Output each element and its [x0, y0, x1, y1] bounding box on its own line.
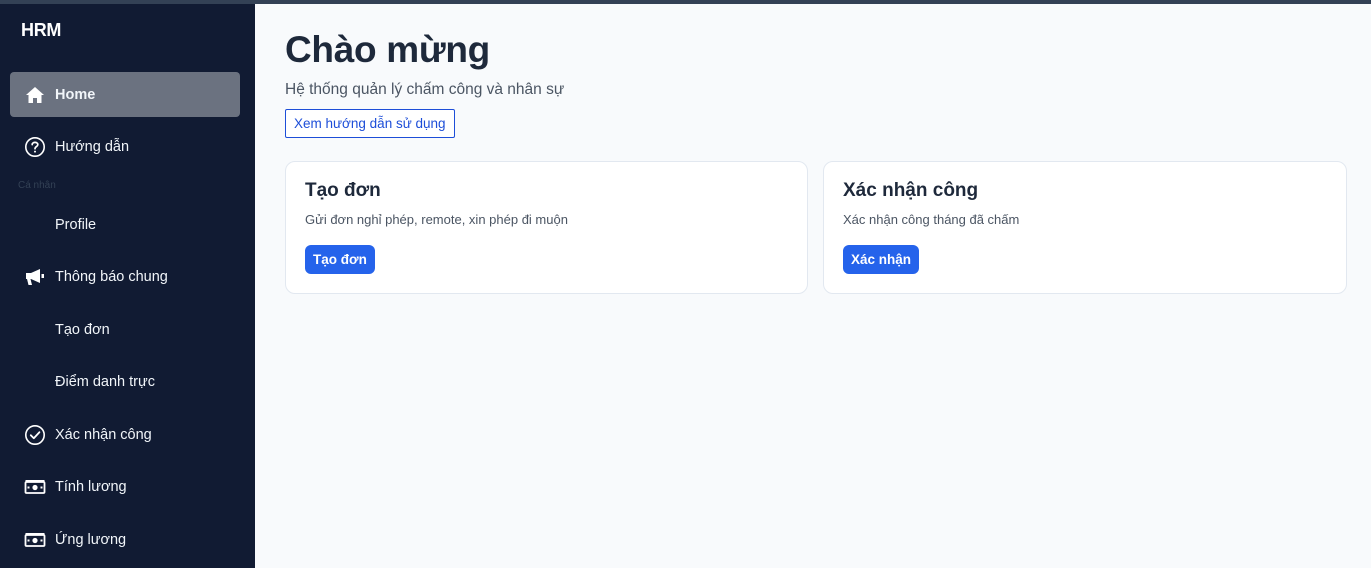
confirm-attendance-card: Xác nhận công Xác nhận công tháng đã chấ… [823, 161, 1347, 294]
money-icon [10, 532, 55, 548]
sidebar-item-confirm-attendance[interactable]: Xác nhận công [10, 412, 240, 457]
sidebar-item-payroll[interactable]: Tính lương [10, 464, 240, 509]
card-description: Gửi đơn nghỉ phép, remote, xin phép đi m… [305, 212, 568, 227]
sidebar-item-label: Tạo đơn [55, 321, 110, 338]
sidebar-item-home[interactable]: Home [10, 72, 240, 117]
sidebar-item-label: Hướng dẫn [55, 138, 130, 155]
main-content: Chào mừng Hệ thống quản lý chấm công và … [255, 4, 1371, 568]
sidebar-item-announcements[interactable]: Thông báo chung [10, 254, 240, 299]
sidebar-item-guide[interactable]: Hướng dẫn [10, 124, 240, 169]
sidebar-item-label: Home [55, 86, 96, 103]
create-request-card: Tạo đơn Gửi đơn nghỉ phép, remote, xin p… [285, 161, 808, 294]
sidebar-item-label: Xác nhận công [55, 426, 152, 443]
check-circle-icon [10, 424, 55, 446]
megaphone-icon [10, 268, 55, 286]
card-title: Xác nhận công [843, 180, 979, 201]
create-request-button[interactable]: Tạo đơn [305, 245, 375, 274]
sidebar-item-create-request[interactable]: Tạo đơn [10, 307, 240, 352]
brand-logo: HRM [21, 20, 62, 40]
sidebar-section-label: Cá nhân [18, 180, 56, 191]
card-title: Tạo đơn [305, 180, 381, 201]
sidebar-item-salary-advance[interactable]: Ứng lương [10, 517, 240, 562]
page-title: Chào mừng [285, 29, 490, 70]
home-icon [10, 86, 55, 104]
sidebar-item-label: Ứng lương [55, 531, 127, 548]
sidebar: HRM Home Hướng dẫn Cá nhân Profile Thông… [0, 4, 255, 568]
sidebar-item-label: Điểm danh trực [55, 373, 155, 390]
sidebar-item-label: Profile [55, 216, 97, 233]
sidebar-item-label: Tính lương [55, 478, 127, 495]
money-icon [10, 479, 55, 495]
sidebar-item-profile[interactable]: Profile [10, 202, 240, 247]
sidebar-item-attendance-duty[interactable]: Điểm danh trực [10, 359, 240, 404]
page-subtitle: Hệ thống quản lý chấm công và nhân sự [285, 81, 565, 98]
card-description: Xác nhận công tháng đã chấm [843, 212, 1020, 227]
confirm-button[interactable]: Xác nhận [843, 245, 920, 274]
help-circle-icon [10, 136, 55, 158]
sidebar-item-label: Thông báo chung [55, 268, 168, 285]
view-guide-button[interactable]: Xem hướng dẫn sử dụng [285, 109, 455, 138]
